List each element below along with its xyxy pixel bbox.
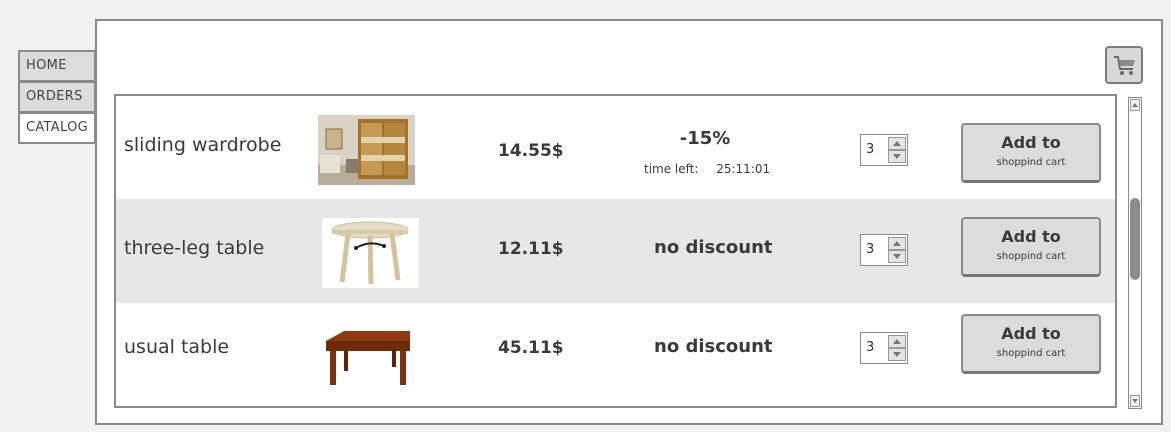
product-row: usual table 45.11$ no discount 3 Add to …	[116, 303, 1115, 406]
time-left-label: time left:	[644, 162, 699, 176]
quantity-up-button[interactable]	[888, 335, 906, 348]
time-left-value: 25:11:01	[716, 162, 771, 176]
product-price: 14.55$	[498, 141, 564, 161]
add-to-label: Add to	[1001, 133, 1061, 152]
quantity-stepper[interactable]: 3	[860, 332, 908, 364]
add-to-label: Add to	[1001, 324, 1061, 343]
quantity-down-button[interactable]	[888, 250, 906, 263]
discount-value: no discount	[654, 237, 773, 258]
wardrobe-image	[318, 115, 415, 185]
product-price: 12.11$	[498, 239, 564, 259]
quantity-value[interactable]: 3	[866, 242, 874, 257]
cart-label: shoppind cart	[996, 251, 1066, 262]
time-left: time left: 25:11:01	[644, 162, 770, 176]
nav-item-catalog[interactable]: CATALOG	[18, 112, 96, 144]
product-name: three-leg table	[124, 237, 265, 259]
product-row: sliding wardrobe 14.55$ -15% time left: …	[116, 96, 1115, 200]
scroll-up-arrow-icon[interactable]	[1130, 99, 1140, 111]
nav-item-orders[interactable]: ORDERS	[18, 81, 96, 113]
add-to-cart-button[interactable]: Add to shoppind cart	[961, 123, 1101, 183]
quantity-value[interactable]: 3	[866, 142, 874, 157]
quantity-down-button[interactable]	[888, 348, 906, 361]
discount-value: no discount	[654, 336, 773, 357]
product-name: sliding wardrobe	[124, 134, 282, 156]
quantity-up-button[interactable]	[888, 237, 906, 250]
cart-label: shoppind cart	[996, 348, 1066, 359]
wooden-table-image	[322, 327, 414, 389]
product-price: 45.11$	[498, 338, 564, 358]
product-row: three-leg table 12.11$ no discount 3 Add…	[116, 199, 1115, 303]
scrollbar-thumb[interactable]	[1130, 198, 1140, 280]
discount-value: -15%	[679, 128, 731, 149]
shopping-cart-icon	[1114, 56, 1135, 75]
cart-label: shoppind cart	[996, 157, 1066, 168]
add-to-cart-button[interactable]: Add to shoppind cart	[961, 217, 1101, 277]
add-to-label: Add to	[1001, 227, 1061, 246]
quantity-value[interactable]: 3	[866, 340, 874, 355]
side-nav: HOME ORDERS CATALOG	[18, 50, 96, 144]
quantity-stepper[interactable]: 3	[860, 134, 908, 166]
add-to-cart-button[interactable]: Add to shoppind cart	[961, 314, 1101, 374]
quantity-stepper[interactable]: 3	[860, 234, 908, 266]
product-name: usual table	[124, 336, 230, 358]
nav-item-home[interactable]: HOME	[18, 50, 96, 82]
catalog-window: sliding wardrobe 14.55$ -15% time left: …	[95, 19, 1163, 425]
vertical-scrollbar[interactable]	[1128, 97, 1142, 409]
scroll-down-arrow-icon[interactable]	[1130, 395, 1140, 407]
product-list: sliding wardrobe 14.55$ -15% time left: …	[114, 94, 1117, 408]
quantity-up-button[interactable]	[888, 137, 906, 150]
quantity-down-button[interactable]	[888, 150, 906, 163]
round-table-image	[322, 218, 419, 288]
cart-button[interactable]	[1105, 46, 1143, 84]
